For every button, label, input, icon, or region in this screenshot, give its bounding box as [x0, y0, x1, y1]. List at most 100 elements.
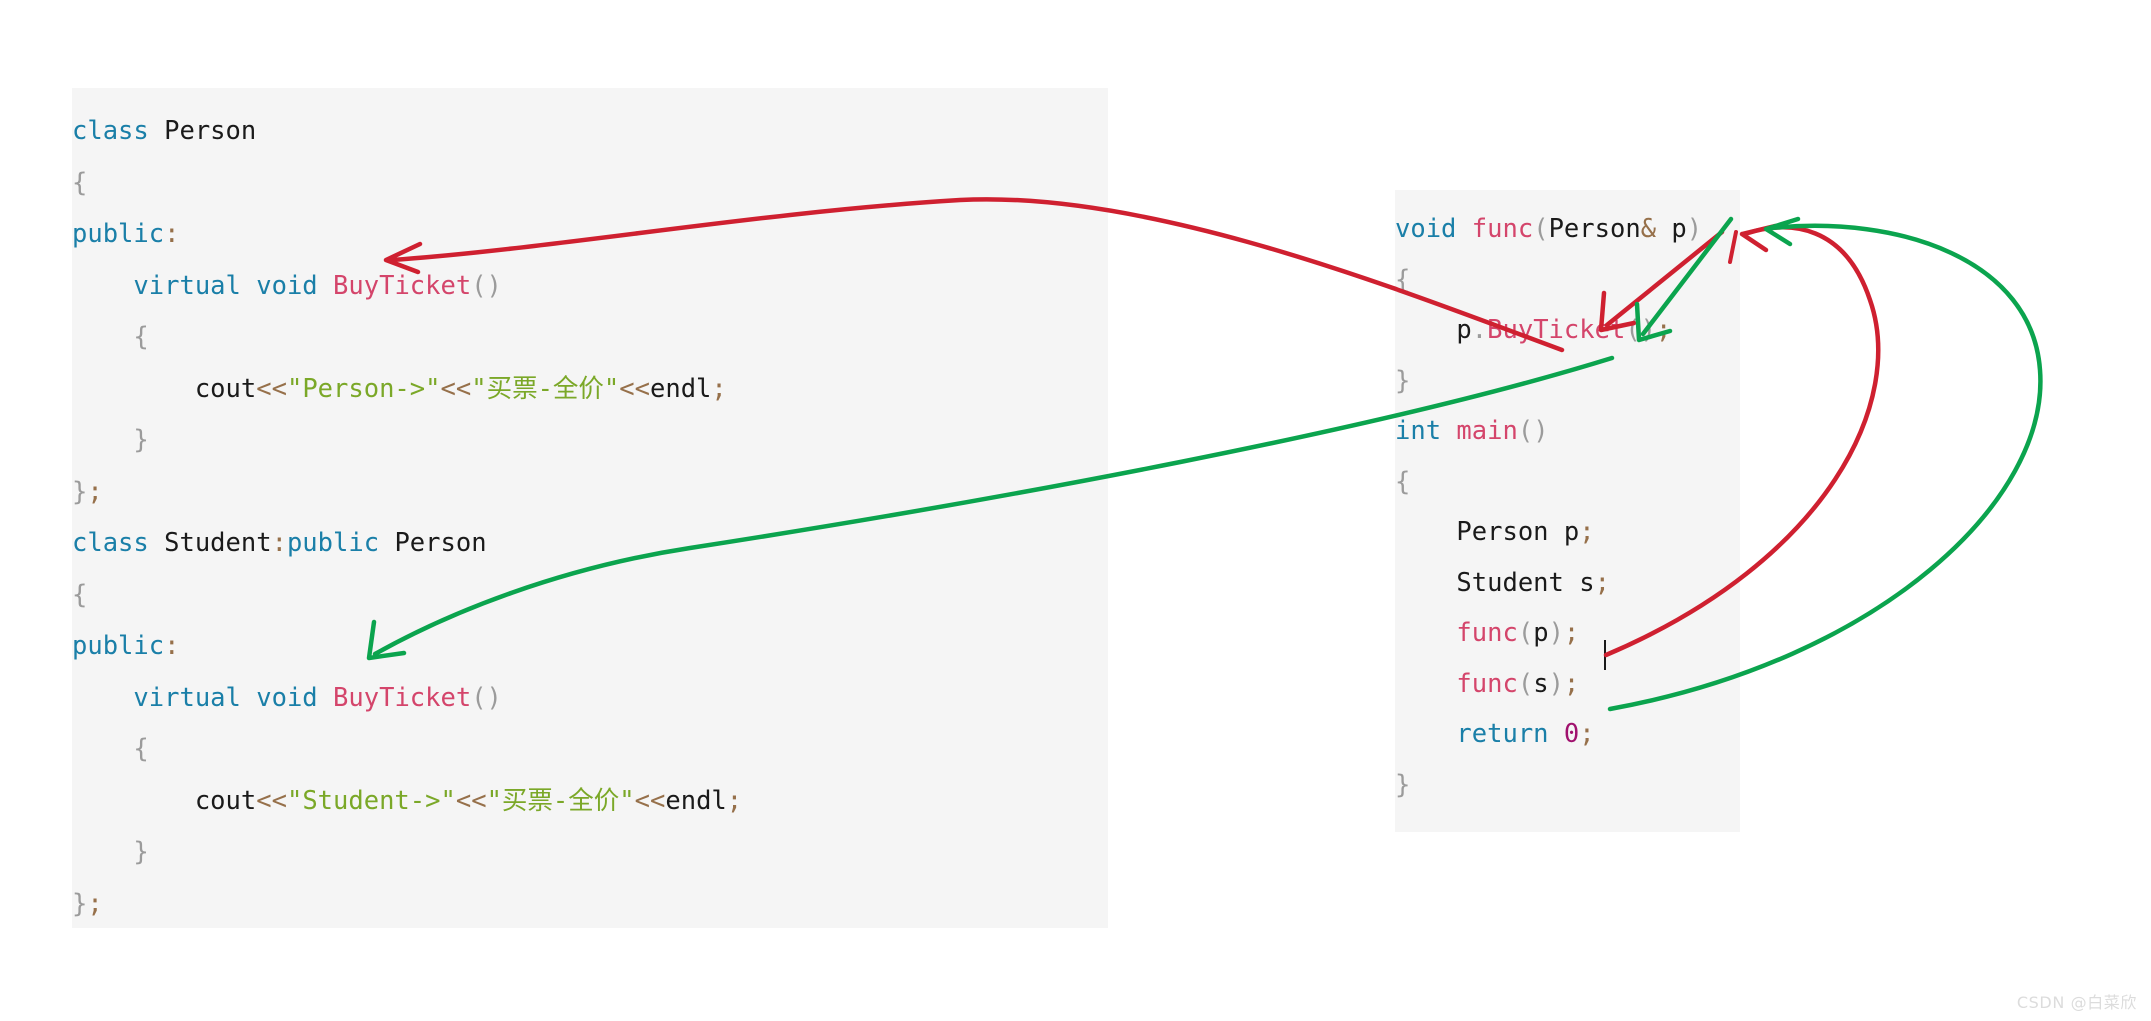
code-line[interactable]: }	[1395, 760, 1740, 811]
code-token-pun: {	[133, 322, 149, 352]
code-token-kw: void	[256, 682, 318, 713]
code-token-kw: class	[72, 528, 149, 558]
code-token-id: Student s	[1456, 567, 1595, 598]
code-token-kw: virtual	[133, 682, 241, 713]
code-line[interactable]: };	[72, 879, 1108, 931]
code-line[interactable]: func(s);	[1395, 659, 1740, 710]
code-line[interactable]: {	[72, 312, 1108, 364]
code-token-op: <<	[619, 373, 650, 404]
code-line[interactable]: virtual void BuyTicket()	[72, 261, 1108, 313]
code-line[interactable]: class Person	[72, 106, 1108, 158]
code-token-op: :	[164, 219, 180, 249]
code-token-id: Person	[394, 528, 487, 558]
code-line[interactable]: cout<<"Student->"<<"买票-全价"<<endl;	[72, 776, 1108, 828]
code-line[interactable]: {	[72, 570, 1108, 622]
code-token-pun: }	[72, 888, 88, 919]
code-token-id	[379, 528, 394, 558]
code-token-id: p	[1456, 315, 1472, 345]
code-token-id	[241, 271, 256, 301]
code-token-pun: ()	[1517, 416, 1549, 446]
code-token-id: cout	[194, 373, 257, 404]
csdn-watermark: CSDN @白菜欣	[2016, 993, 2137, 1012]
code-token-pun: }	[133, 425, 149, 455]
code-line[interactable]: return 0;	[1395, 709, 1740, 760]
code-token-op: ;	[1656, 315, 1672, 345]
code-line[interactable]: }	[72, 415, 1108, 467]
code-line[interactable]: public:	[72, 621, 1108, 673]
code-token-id: p	[1656, 214, 1687, 244]
code-token-id: Person	[1548, 214, 1641, 244]
code-token-pun: ()	[1625, 315, 1657, 345]
code-line[interactable]: virtual void BuyTicket()	[72, 673, 1108, 725]
screenshot-stage: class Person {public: virtual void BuyTic…	[0, 0, 2151, 1021]
code-token-id: s	[1533, 668, 1549, 699]
code-token-kw: public	[72, 219, 165, 249]
code-token-pun	[149, 528, 164, 558]
code-token-id	[1456, 214, 1471, 244]
code-token-pun: }	[133, 837, 149, 867]
code-line[interactable]: {	[1395, 255, 1740, 306]
code-line[interactable]: Person p;	[1395, 507, 1740, 558]
code-line[interactable]: {	[1395, 457, 1740, 508]
code-token-op: <<	[440, 373, 472, 404]
code-token-pun: )	[1548, 618, 1564, 648]
code-line[interactable]: func(p);	[1395, 608, 1740, 659]
code-token-id	[241, 683, 256, 713]
code-token-op: :	[271, 528, 287, 558]
code-token-op: ;	[87, 888, 103, 919]
left-code-panel[interactable]: class Person {public: virtual void BuyTic…	[72, 88, 1108, 928]
code-line[interactable]: {	[72, 724, 1108, 776]
code-line[interactable]: int main()	[1395, 406, 1740, 457]
code-token-pun: (	[1517, 668, 1534, 699]
code-token-fn: main	[1456, 416, 1518, 446]
code-token-id: endl	[650, 373, 712, 404]
code-line[interactable]: }	[1395, 356, 1740, 407]
code-token-pun: {	[1395, 466, 1411, 497]
code-token-pun: }	[1395, 365, 1411, 396]
code-token-str: "Person->"	[286, 373, 441, 404]
code-token-op: <<	[256, 373, 287, 404]
right-code-panel[interactable]: void func(Person& p){ p.BuyTicket();} int…	[1395, 190, 1740, 832]
code-token-str: "Student->"	[286, 785, 456, 816]
code-token-id: p	[1533, 618, 1549, 648]
code-token-fn: func	[1456, 668, 1518, 699]
code-token-pun: (	[1517, 618, 1534, 648]
code-token-pun: ()	[471, 682, 502, 713]
code-token-op: ;	[1563, 618, 1580, 648]
code-token-pun: }	[72, 476, 88, 507]
green-arrow-funcs-to-param-p-head	[1763, 216, 1801, 247]
code-token-kw: void	[256, 270, 318, 301]
code-token-str: "买票-全价"	[471, 373, 620, 404]
code-token-str: "买票-全价"	[486, 785, 635, 816]
code-line[interactable]: };	[72, 467, 1108, 519]
text-caret	[1604, 640, 1606, 670]
code-token-fn: BuyTicket	[333, 270, 472, 301]
code-line[interactable]: cout<<"Person->"<<"买票-全价"<<endl;	[72, 364, 1108, 416]
code-token-op: ;	[726, 785, 743, 816]
code-token-pun: ()	[471, 270, 502, 301]
code-line[interactable]: public:	[72, 209, 1108, 261]
code-line[interactable]: }	[72, 827, 1108, 879]
code-line[interactable]: class Student:public Person	[72, 518, 1108, 570]
code-line[interactable]: void func(Person& p)	[1395, 204, 1740, 255]
code-token-fn: func	[1456, 618, 1518, 648]
code-line[interactable]: p.BuyTicket();	[1395, 305, 1740, 356]
code-token-op: &	[1640, 214, 1657, 244]
code-token-fn: func	[1471, 214, 1534, 244]
code-token-kw: class	[72, 116, 149, 146]
code-token-id	[318, 271, 333, 301]
code-token-kw: return	[1456, 719, 1549, 749]
code-token-id: endl	[665, 785, 727, 816]
code-line[interactable]: {	[72, 158, 1108, 210]
code-line[interactable]: Student s;	[1395, 558, 1740, 609]
code-token-fn: BuyTicket	[1487, 315, 1626, 345]
code-token-kw: public	[72, 631, 165, 661]
red-arrow-funcp-to-param-p-head	[1739, 223, 1778, 253]
